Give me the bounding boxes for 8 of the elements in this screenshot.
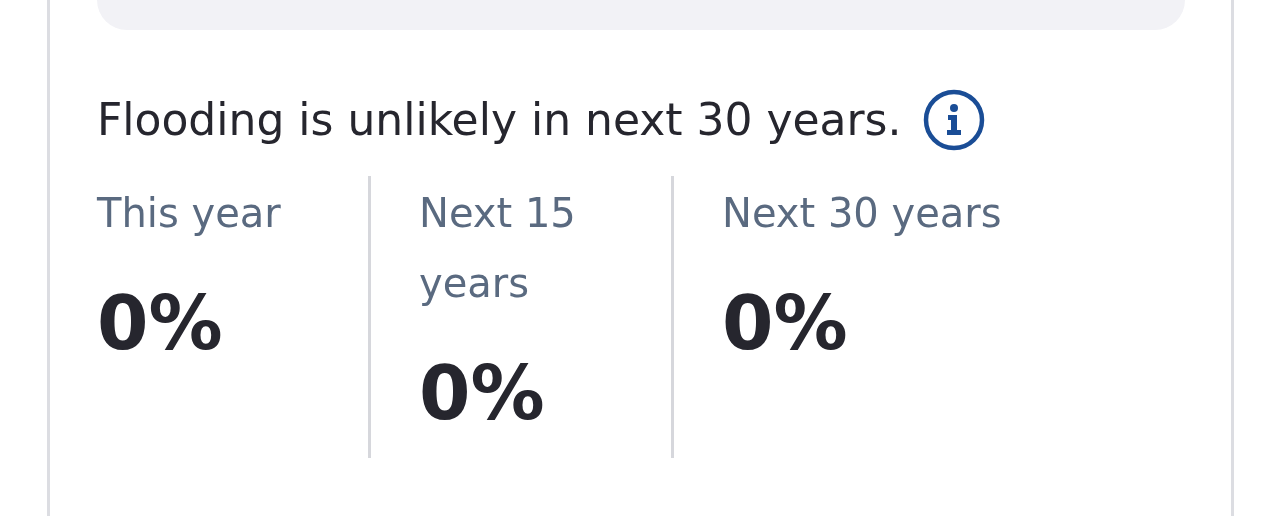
stat-label: Next 15 years — [419, 189, 577, 308]
stat-value: 0% — [419, 349, 546, 438]
stat-value: 0% — [97, 279, 224, 368]
stat-label: Next 30 years — [722, 189, 1003, 238]
stat-label: This year — [97, 189, 282, 238]
info-icon[interactable] — [921, 88, 986, 152]
stat-value: 0% — [722, 279, 849, 368]
headline: Flooding is unlikely in next 30 years. — [97, 93, 902, 147]
